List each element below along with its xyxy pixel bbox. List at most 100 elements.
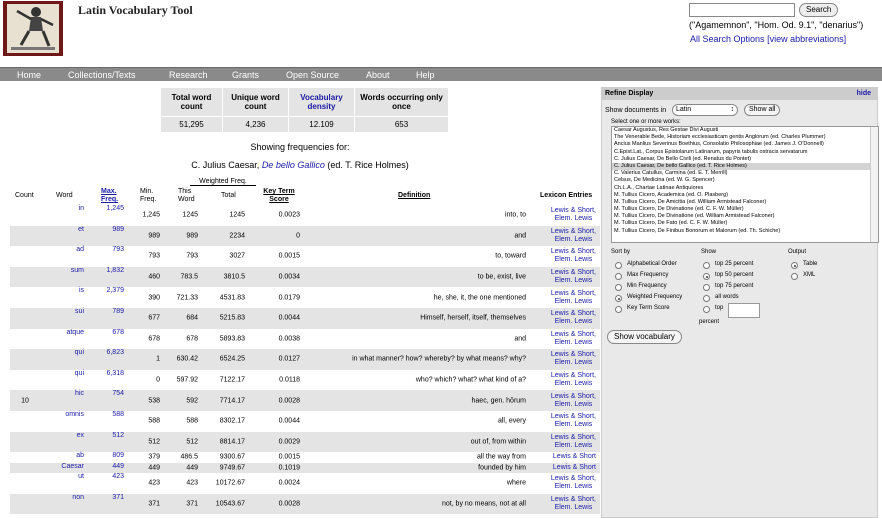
show-radio[interactable]	[703, 295, 710, 302]
elem-lewis-link[interactable]: Elem. Lewis	[551, 339, 596, 347]
lewis-short-link[interactable]: Lewis & Short	[553, 464, 596, 472]
row-max-freq-link[interactable]: 449	[112, 463, 124, 470]
row-max-freq-link[interactable]: 2,379	[106, 287, 124, 294]
row-max-freq-link[interactable]: 1,245	[106, 205, 124, 212]
work-option[interactable]: M. Tullius Cicero, De Fato (ed. C. F. W.…	[612, 220, 878, 227]
show-radio[interactable]	[703, 306, 710, 313]
row-word-link[interactable]: qui	[75, 349, 84, 356]
row-max-freq-link[interactable]: 423	[112, 473, 124, 480]
sort-radio[interactable]	[615, 306, 622, 313]
lewis-short-link[interactable]: Lewis & Short,	[551, 413, 596, 421]
show-radio[interactable]	[703, 262, 710, 269]
header-key-term[interactable]: Key Term Score	[260, 188, 298, 204]
row-word-link[interactable]: ex	[77, 432, 84, 439]
row-max-freq-link[interactable]: 809	[112, 452, 124, 459]
lewis-short-link[interactable]: Lewis & Short,	[551, 351, 596, 359]
sort-radio[interactable]	[615, 273, 622, 280]
row-word-link[interactable]: hic	[75, 390, 84, 397]
work-option[interactable]: Caesar Augustus, Res Gestae Divi Augusti	[612, 127, 878, 134]
lewis-short-link[interactable]: Lewis & Short,	[551, 310, 596, 318]
nav-grants[interactable]: Grants	[232, 69, 259, 81]
lewis-short-link[interactable]: Lewis & Short,	[551, 207, 596, 215]
lewis-short-link[interactable]: Lewis & Short,	[551, 434, 596, 442]
show-radio[interactable]	[703, 273, 710, 280]
work-option[interactable]: Ancius Manlius Severinus Boethius, Conso…	[612, 141, 878, 148]
work-option[interactable]: C. Julius Caesar, De Bello Civili (ed. R…	[612, 156, 878, 163]
row-word-link[interactable]: ut	[78, 473, 84, 480]
row-word-link[interactable]: omnis	[65, 411, 84, 418]
row-max-freq-link[interactable]: 793	[112, 246, 124, 253]
work-option[interactable]: C.Epist.Lat., Corpus Epistolarum Latinar…	[612, 149, 878, 156]
row-word-link[interactable]: atque	[66, 329, 84, 336]
works-scrollbar[interactable]	[870, 127, 878, 242]
work-option[interactable]: M. Tullius Cicero, De Finibus Bonorum et…	[612, 228, 878, 235]
elem-lewis-link[interactable]: Elem. Lewis	[551, 256, 596, 264]
work-option[interactable]: M. Tullius Cicero, Academica (ed. O. Pla…	[612, 192, 878, 199]
work-option[interactable]: M. Tullius Cicero, De Amicitia (ed. Will…	[612, 199, 878, 206]
row-max-freq-link[interactable]: 512	[112, 432, 124, 439]
work-option[interactable]: Ch.L.A., Chartae Latinae Antiquiores	[612, 185, 878, 192]
row-word-link[interactable]: et	[78, 226, 84, 233]
sort-radio[interactable]	[615, 295, 622, 302]
row-word-link[interactable]: is	[79, 287, 84, 294]
row-word-link[interactable]: qui	[75, 370, 84, 377]
lewis-short-link[interactable]: Lewis & Short,	[551, 496, 596, 504]
lewis-short-link[interactable]: Lewis & Short,	[551, 269, 596, 277]
row-max-freq-link[interactable]: 6,318	[106, 370, 124, 377]
output-radio[interactable]	[791, 262, 798, 269]
elem-lewis-link[interactable]: Elem. Lewis	[551, 318, 596, 326]
elem-lewis-link[interactable]: Elem. Lewis	[551, 504, 596, 512]
row-max-freq-link[interactable]: 989	[112, 226, 124, 233]
row-word-link[interactable]: sum	[71, 267, 84, 274]
lewis-short-link[interactable]: Lewis & Short,	[551, 228, 596, 236]
lewis-short-link[interactable]: Lewis & Short,	[551, 372, 596, 380]
row-word-link[interactable]: ab	[76, 452, 84, 459]
row-max-freq-link[interactable]: 371	[112, 494, 124, 501]
nav-about[interactable]: About	[366, 69, 390, 81]
work-option[interactable]: C. Valerius Catullus, Carmina (ed. E. T.…	[612, 170, 878, 177]
nav-help[interactable]: Help	[416, 69, 435, 81]
show-vocabulary-button[interactable]: Show vocabulary	[607, 330, 682, 344]
row-word-link[interactable]: in	[79, 205, 84, 212]
row-word-link[interactable]: sui	[75, 308, 84, 315]
header-max-freq[interactable]: Max. Freq.	[101, 188, 123, 204]
language-select[interactable]: Latin ↕	[672, 104, 738, 116]
header-definition[interactable]: Definition	[398, 192, 430, 200]
lewis-short-link[interactable]: Lewis & Short,	[551, 393, 596, 401]
top-percent-input[interactable]	[728, 303, 760, 318]
work-option[interactable]: C. Julius Caesar, De bello Gallico (ed. …	[612, 162, 878, 171]
view-abbreviations-link[interactable]: [view abbreviations]	[767, 34, 846, 44]
lewis-short-link[interactable]: Lewis & Short	[553, 453, 596, 461]
nav-research[interactable]: Research	[169, 69, 208, 81]
output-radio[interactable]	[791, 273, 798, 280]
elem-lewis-link[interactable]: Elem. Lewis	[551, 380, 596, 388]
work-option[interactable]: M. Tullius Cicero, De Divinatione (ed. W…	[612, 213, 878, 220]
row-max-freq-link[interactable]: 6,823	[106, 349, 124, 356]
elem-lewis-link[interactable]: Elem. Lewis	[551, 298, 596, 306]
nav-open-source[interactable]: Open Source	[286, 69, 339, 81]
row-word-link[interactable]: non	[72, 494, 84, 501]
work-option[interactable]: M. Tullius Cicero, De Divinatione (ed. C…	[612, 206, 878, 213]
work-option[interactable]: Celsus, De Medicina (ed. W. G. Spencer)	[612, 177, 878, 184]
refine-hide-link[interactable]: hide	[857, 90, 871, 97]
search-button[interactable]: Search	[799, 3, 839, 17]
work-title-link[interactable]: De bello Gallico	[262, 160, 325, 170]
row-max-freq-link[interactable]: 789	[112, 308, 124, 315]
lewis-short-link[interactable]: Lewis & Short,	[551, 290, 596, 298]
elem-lewis-link[interactable]: Elem. Lewis	[551, 421, 596, 429]
site-logo[interactable]	[3, 1, 63, 56]
elem-lewis-link[interactable]: Elem. Lewis	[551, 277, 596, 285]
lewis-short-link[interactable]: Lewis & Short,	[551, 475, 596, 483]
sort-radio[interactable]	[615, 284, 622, 291]
sort-radio[interactable]	[615, 262, 622, 269]
work-option[interactable]: The Venerable Bede, Historiam ecclesiast…	[612, 134, 878, 141]
elem-lewis-link[interactable]: Elem. Lewis	[551, 236, 596, 244]
row-max-freq-link[interactable]: 754	[112, 390, 124, 397]
search-input[interactable]	[689, 3, 795, 17]
nav-home[interactable]: Home	[17, 69, 41, 81]
elem-lewis-link[interactable]: Elem. Lewis	[551, 442, 596, 450]
elem-lewis-link[interactable]: Elem. Lewis	[551, 359, 596, 367]
elem-lewis-link[interactable]: Elem. Lewis	[551, 401, 596, 409]
row-word-link[interactable]: ad	[76, 246, 84, 253]
stat-header-density[interactable]: Vocabulary density	[288, 87, 355, 117]
